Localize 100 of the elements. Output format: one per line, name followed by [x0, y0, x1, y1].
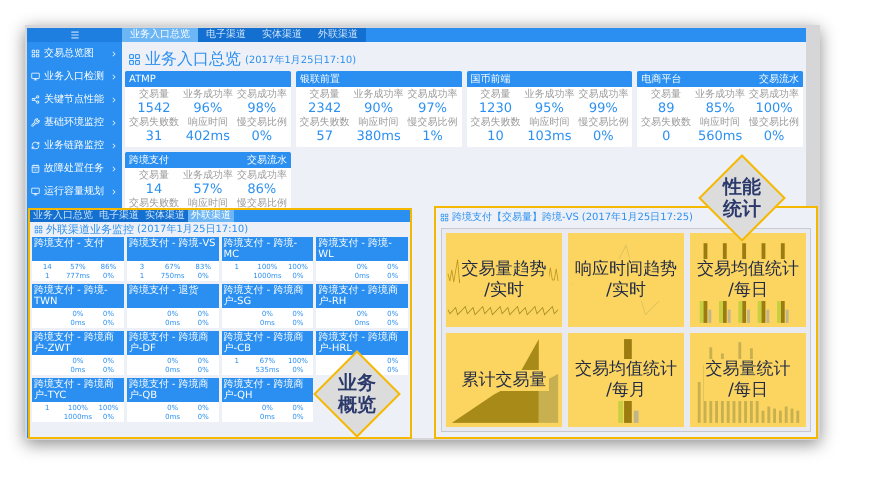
channel-card-title: 跨境支付 - 跨境商户-HRL: [316, 331, 408, 355]
metric-value: 0%: [592, 129, 614, 145]
sidebar-item[interactable]: 业务链路监控: [27, 134, 122, 157]
card-title: 电商平台: [641, 72, 682, 86]
tab[interactable]: 实体渠道: [254, 28, 310, 42]
channel-card-title: 跨境支付 - 跨境-MC: [222, 237, 314, 261]
metric-value: 1542: [137, 101, 170, 116]
card-title: ATMP: [129, 72, 156, 86]
metric-value: 85%: [706, 101, 735, 116]
page-title: 业务入口总览: [145, 50, 241, 68]
chart-caption: 交易均值统计 /每月: [573, 359, 679, 401]
metric-label: 交易成功率: [236, 89, 287, 101]
sidebar-item[interactable]: 故障处置任务: [27, 157, 122, 180]
metric-label: 业务成功率: [182, 170, 233, 182]
sidebar-item[interactable]: 关键节点性能: [27, 88, 122, 111]
badge-label: 业务概览: [338, 372, 376, 416]
chart-caption: 累计交易量: [460, 370, 548, 390]
transaction-link[interactable]: 交易流水: [759, 72, 799, 86]
metric-label: 慢交易比例: [749, 117, 800, 129]
metric-label: 交易失败数: [128, 198, 179, 210]
sidebar-item[interactable]: 业务入口检测: [27, 65, 122, 88]
metric-label: 响应时间: [358, 117, 399, 129]
channel-card-title: 跨境支付 - 跨境商户-QB: [126, 378, 218, 402]
metric-label: 交易量: [480, 89, 510, 101]
metric-label: 交易成功率: [236, 170, 287, 182]
metric-label: 业务成功率: [354, 89, 404, 101]
metric-label: 响应时间: [529, 117, 570, 129]
metric-value: 0%: [764, 129, 784, 145]
inset-time: (2017年1月25日17:10): [137, 224, 248, 236]
metric-value: 86%: [247, 182, 276, 198]
channel-card-title: 跨境支付 - 跨境商户-QH: [222, 378, 314, 402]
metric-value: 98%: [247, 101, 276, 116]
tab[interactable]: 电子渠道: [198, 28, 254, 42]
metric-label: 交易量: [138, 89, 169, 101]
grid-icon: [34, 225, 43, 234]
sidebar-item[interactable]: 交易总览图: [27, 42, 122, 65]
metric-value: 99%: [588, 101, 618, 116]
wrench-icon: [31, 118, 40, 127]
metric-value: 1%: [422, 129, 443, 145]
metric-label: 响应时间: [188, 117, 228, 129]
inset-time: (2017年1月25日17:25): [582, 212, 693, 224]
tab[interactable]: 业务入口总览: [30, 210, 96, 222]
metric-value: 14: [146, 182, 162, 198]
channel-card-title: 跨境支付 - 跨境商户-SG: [222, 284, 314, 308]
metric-value: 0: [662, 129, 670, 145]
channel-card-title: 跨境支付 - 退货: [126, 284, 218, 308]
channel-card-title: 跨境支付 - 跨境-TWN: [32, 284, 124, 308]
sidebar-label: 交易总览图: [44, 46, 95, 61]
tab[interactable]: 业务入口总览: [122, 28, 198, 42]
metric-value: 96%: [193, 101, 222, 116]
metric-value: 100%: [755, 101, 793, 116]
chevron-icon: [110, 164, 118, 172]
menu-icon[interactable]: [70, 30, 80, 40]
metric-label: 慢交易比例: [408, 117, 458, 129]
metric-label: 交易成功率: [578, 89, 628, 101]
sidebar-label: 故障处置任务: [44, 162, 105, 176]
tab[interactable]: 外联渠道: [310, 28, 366, 42]
transaction-link[interactable]: 交易流水: [246, 152, 287, 168]
metric-label: 交易量: [138, 170, 169, 182]
metric-value: 402ms: [186, 129, 230, 145]
metric-label: 响应时间: [700, 117, 740, 129]
metric-label: 交易量: [651, 89, 682, 101]
metric-label: 业务成功率: [695, 89, 746, 101]
tab[interactable]: 实体渠道: [142, 210, 188, 222]
metric-label: 交易失败数: [470, 117, 520, 129]
metric-label: 交易失败数: [300, 117, 350, 129]
metric-label: 慢交易比例: [236, 198, 287, 210]
metric-value: 90%: [364, 101, 394, 116]
channel-card-title: 跨境支付 - 跨境-WL: [316, 237, 408, 261]
chart-caption: 交易量统计 /每日: [704, 359, 792, 401]
chart-caption: 响应时间趋势 /实时: [573, 259, 679, 301]
inset-title: 外联渠道业务监控: [46, 223, 134, 236]
sidebar-label: 运行容量规划: [44, 184, 105, 199]
badge-label: 性能统计: [723, 176, 761, 220]
sidebar-item[interactable]: 运行容量规划: [27, 180, 122, 203]
calendar-icon: [31, 164, 40, 173]
chevron-icon: [110, 50, 118, 58]
metric-label: 交易量: [310, 89, 340, 101]
metric-label: 慢交易比例: [236, 117, 287, 129]
channel-card-title: 跨境支付 - 跨境商户-RH: [316, 284, 408, 308]
sidebar-item[interactable]: 基础环境监控: [27, 111, 122, 134]
metric-value: 97%: [418, 101, 447, 116]
monitor-icon: [31, 187, 40, 196]
metric-value: 1230: [478, 101, 512, 116]
metric-label: 慢交易比例: [578, 117, 628, 129]
metric-value: 89: [658, 101, 674, 116]
channel-card-title: 跨境支付 - 跨境商户-DF: [126, 331, 218, 355]
card-title: 国币前端: [470, 72, 510, 86]
sidebar-label: 业务入口检测: [44, 70, 105, 84]
tab[interactable]: 电子渠道: [96, 210, 142, 222]
tab[interactable]: 外联渠道: [188, 210, 234, 222]
metric-value: 10: [487, 129, 504, 145]
metric-value: 0%: [251, 129, 272, 145]
metric-value: 103ms: [527, 129, 572, 145]
card-title: 跨境支付: [129, 154, 169, 168]
chevron-icon: [110, 118, 118, 126]
metric-value: 380ms: [356, 129, 401, 145]
metric-label: 交易成功率: [408, 89, 458, 101]
channel-card-title: 跨境支付 - 跨境商户-TYC: [32, 378, 124, 402]
metric-label: 响应时间: [188, 198, 228, 210]
